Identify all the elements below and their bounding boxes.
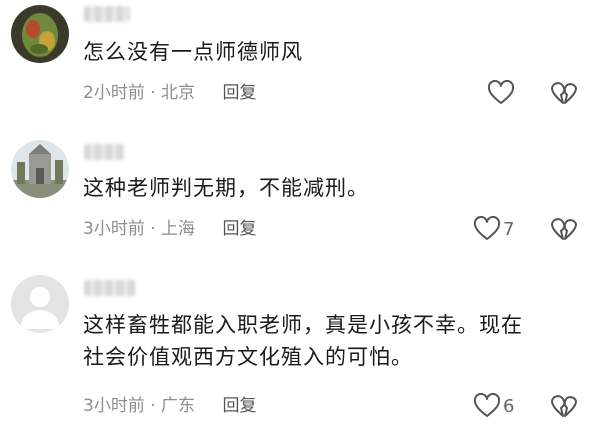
broken-heart-icon: [551, 218, 577, 240]
comment-text: 怎么没有一点师德师风: [83, 40, 303, 64]
dislike-button[interactable]: [550, 393, 578, 423]
like-button[interactable]: 6: [473, 393, 514, 419]
username-redacted[interactable]: [84, 144, 124, 160]
reply-button[interactable]: 回复: [222, 396, 256, 416]
like-button[interactable]: 7: [473, 216, 514, 242]
avatar[interactable]: [11, 275, 69, 333]
comment-location: 上海: [161, 219, 196, 239]
avatar[interactable]: [11, 5, 69, 63]
comment-text: 这种老师判无期，不能减刑。: [83, 176, 369, 200]
dislike-button[interactable]: [550, 80, 578, 110]
comment-location: 北京: [161, 83, 196, 103]
comment-meta: 2小时前 · 北京 回复: [83, 82, 256, 104]
like-count: 6: [503, 395, 515, 417]
comment-time: 3小时前: [83, 219, 145, 239]
comment-meta: 3小时前 · 上海 回复: [83, 218, 256, 240]
comment-time: 2小时前: [83, 83, 145, 103]
like-count: 7: [503, 218, 515, 240]
heart-icon: [487, 80, 515, 104]
separator: ·: [150, 83, 156, 103]
avatar[interactable]: [11, 140, 69, 198]
comment-location: 广东: [161, 396, 196, 416]
heart-icon: [473, 393, 501, 417]
dislike-button[interactable]: [550, 216, 578, 246]
separator: ·: [150, 396, 156, 416]
broken-heart-icon: [551, 395, 577, 417]
reply-button[interactable]: 回复: [222, 219, 256, 239]
heart-icon: [473, 216, 501, 240]
username-redacted[interactable]: [84, 6, 130, 22]
broken-heart-icon: [551, 82, 577, 104]
comment-time: 3小时前: [83, 396, 145, 416]
like-button[interactable]: [487, 80, 517, 106]
comment-text: 这样畜牲都能入职老师，真是小孩不幸。现在 社会价值观西方文化殖入的可怕。: [83, 313, 523, 369]
username-redacted[interactable]: [84, 280, 136, 296]
reply-button[interactable]: 回复: [222, 83, 256, 103]
separator: ·: [150, 219, 156, 239]
comment-meta: 3小时前 · 广东 回复: [83, 395, 256, 417]
